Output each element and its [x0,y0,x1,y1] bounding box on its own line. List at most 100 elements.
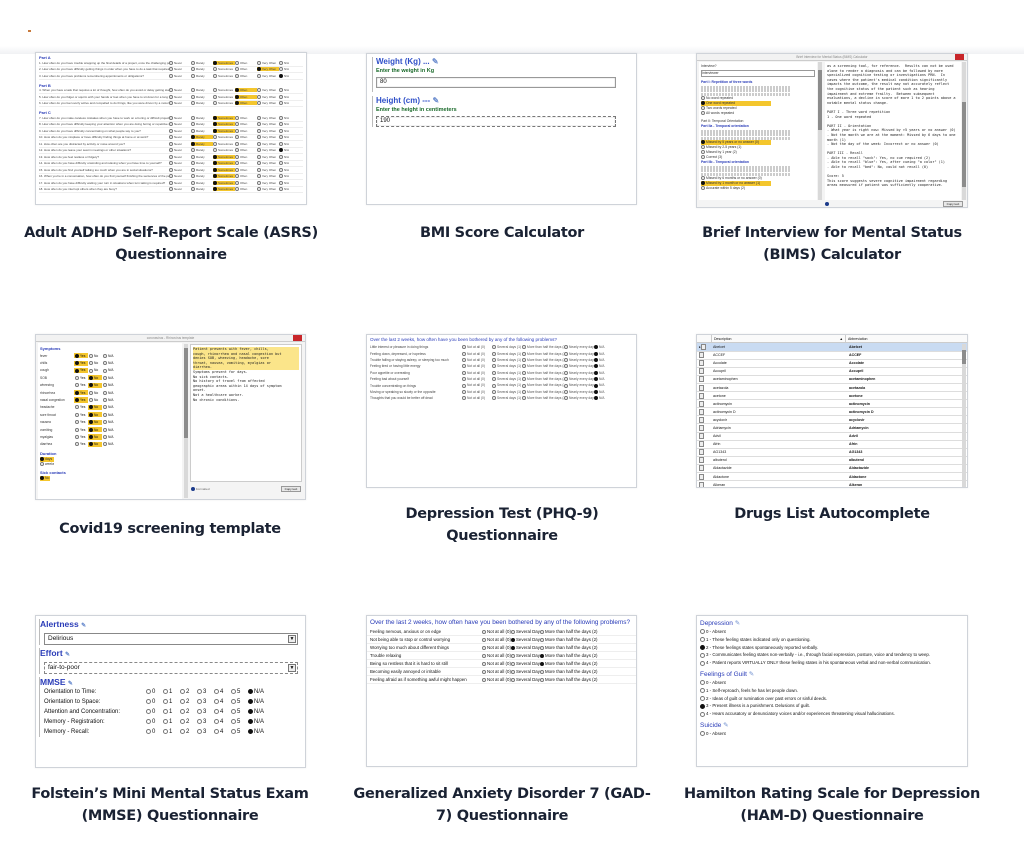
option-item[interactable]: 1 - Self-reproach, feels he has let peop… [697,687,967,695]
answer-option[interactable]: Never [169,142,191,146]
radio-button[interactable] [540,677,544,682]
edit-icon[interactable] [699,360,704,367]
answer-option[interactable]: Never [169,116,191,120]
table-row[interactable]: albuterol albuterol [697,456,967,465]
answer-option[interactable]: More than half the days (2) [522,390,564,394]
edit-icon[interactable] [699,449,704,456]
table-row[interactable]: ACCEF ACCEF [697,351,967,360]
answer-option[interactable]: Not at all (0) [462,364,492,369]
radio-button[interactable] [169,115,173,120]
radio-button[interactable] [564,377,568,382]
radio-button[interactable] [257,128,261,133]
answer-option[interactable]: No [88,382,102,388]
radio-button[interactable] [462,377,466,382]
radio-button[interactable] [248,698,253,704]
table-row[interactable]: acetaminophen acetaminophen [697,375,967,384]
radio-button[interactable] [235,174,239,179]
radio-button[interactable] [180,708,185,714]
answer-option[interactable]: No [88,441,102,447]
covid-thumbnail[interactable]: coronavirus - Rhinovirus template Sympto… [35,334,306,500]
answer-option[interactable]: N/A [594,390,606,394]
answer-option[interactable]: More than half the days (2) [522,352,564,356]
radio-button[interactable] [594,345,598,350]
answer-option[interactable]: Several days (1) [492,377,522,382]
answer-option[interactable]: No [88,361,102,366]
answer-option[interactable]: Never [169,168,191,172]
radio-button[interactable] [103,405,107,410]
table-row[interactable]: ▸AbelcetAbelcet [697,343,967,352]
answer-option[interactable]: Rarely [191,101,213,106]
edit-icon[interactable]: ✎ [721,722,728,729]
radio-button[interactable] [213,174,217,179]
option-item[interactable]: 0 - Absent [697,730,967,738]
radio-button[interactable] [701,186,705,191]
answer-option[interactable]: Several Days (1) [511,677,540,682]
radio-button[interactable] [103,390,107,395]
answer-option[interactable]: N/A [102,375,116,380]
answer-option[interactable]: Often [235,181,257,185]
report-scrollbar[interactable] [962,62,966,200]
answer-option[interactable]: Often [235,94,257,99]
radio-button[interactable] [40,462,44,467]
radio-button[interactable] [492,396,496,401]
edit-icon[interactable] [699,368,704,375]
radio-button[interactable] [163,708,168,714]
answer-option[interactable]: Rarely [191,141,213,146]
score-option[interactable]: 5 [231,698,248,705]
option-item[interactable]: 3 - Communicates feeling states non-verb… [697,651,967,659]
radio-button[interactable] [235,101,239,106]
answer-option[interactable]: N/A [279,174,301,179]
score-option[interactable]: 2 [180,728,197,735]
card-title-covid[interactable]: Covid19 screening template [20,518,320,540]
answer-option[interactable]: Never [169,135,191,140]
score-option[interactable]: 2 [180,718,197,725]
radio-button[interactable] [169,88,173,93]
radio-button[interactable] [213,135,217,140]
radio-button[interactable] [214,698,219,704]
radio-button[interactable] [146,708,151,714]
edit-icon[interactable] [699,416,704,423]
radio-button[interactable] [540,629,544,634]
answer-option[interactable]: Nearly every day (3) [564,396,594,401]
score-option[interactable]: 5 [231,688,248,695]
radio-button[interactable] [279,174,283,179]
answer-option[interactable]: Nearly every day (3) [564,383,594,388]
radio-button[interactable] [482,637,486,642]
answer-option[interactable]: Yes [74,353,88,359]
score-option[interactable]: 5 [231,728,248,735]
edit-icon[interactable]: ✎ [747,671,754,678]
answer-option[interactable]: Several Days (1) [511,637,540,642]
radio-button[interactable] [163,688,168,694]
radio-button[interactable] [257,135,261,140]
answer-option[interactable]: N/A [102,368,116,373]
answer-option[interactable]: Often [235,67,257,72]
answer-option[interactable]: Never [169,129,191,133]
radio-button[interactable] [103,353,107,358]
table-row[interactable]: Advil Advil [697,432,967,441]
radio-button[interactable] [103,361,107,366]
answer-option[interactable]: Rarely [191,116,213,120]
table-row[interactable]: Accupril Accupril [697,367,967,376]
answer-option[interactable]: Sometimes [213,115,235,120]
answer-option[interactable]: N/A [102,420,116,425]
radio-button[interactable] [191,174,195,179]
radio-button[interactable] [197,698,202,704]
radio-button[interactable] [213,122,217,127]
radio-button[interactable] [492,364,496,369]
answer-option[interactable]: Several Days (1) [511,629,540,634]
radio-button[interactable] [231,708,236,714]
answer-option[interactable]: Sometimes [213,101,235,106]
radio-button[interactable] [169,141,173,146]
radio-button[interactable] [257,94,261,99]
radio-button[interactable] [257,122,261,127]
answer-option[interactable]: Several Days (1) [511,653,540,658]
radio-button[interactable] [169,60,173,65]
answer-option[interactable]: N/A [594,396,606,401]
radio-button[interactable] [462,389,466,394]
card-title-hamd[interactable]: Hamilton Rating Scale for Depression (HA… [682,783,982,827]
copy-text-button[interactable]: Copy text [281,486,301,492]
radio-button[interactable] [103,383,107,388]
radio-button[interactable] [482,629,486,634]
edit-icon[interactable] [699,457,704,464]
answer-option[interactable]: Never [169,67,191,72]
